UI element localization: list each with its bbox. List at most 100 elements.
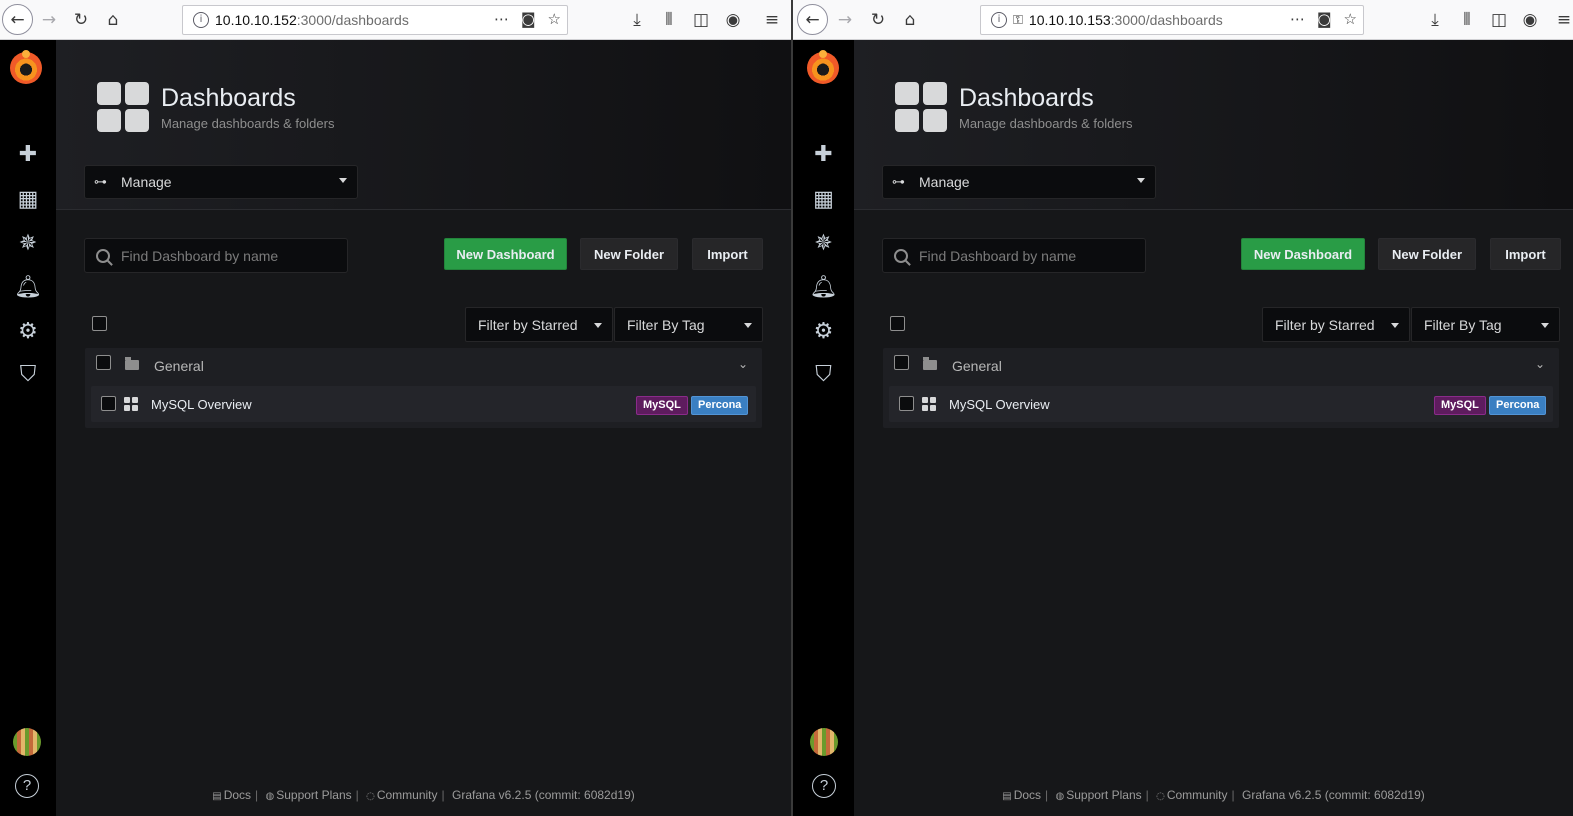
downloads-icon[interactable]: ⤓ xyxy=(623,6,651,34)
footer-community-link[interactable]: Community xyxy=(1167,788,1228,802)
search-box[interactable] xyxy=(84,238,348,273)
forward-icon[interactable]: → xyxy=(831,6,859,34)
footer-version: Grafana v6.2.5 (commit: 6082d19) xyxy=(1241,788,1425,802)
folder-name: General xyxy=(952,358,1002,374)
home-icon[interactable]: ⌂ xyxy=(896,6,924,34)
footer-community-link[interactable]: Community xyxy=(377,788,438,802)
dashboard-checkbox[interactable] xyxy=(101,396,116,411)
help-icon[interactable]: ? xyxy=(15,774,39,798)
library-icon[interactable]: ⫴ xyxy=(1453,6,1481,34)
avatar[interactable] xyxy=(13,728,41,756)
dashboard-name[interactable]: MySQL Overview xyxy=(151,397,252,412)
help-icon[interactable]: ? xyxy=(812,774,836,798)
server-admin-shield-icon[interactable]: ⛉ xyxy=(0,362,56,387)
grafana-logo[interactable] xyxy=(807,50,839,84)
key-icon[interactable]: ⚿ xyxy=(1013,13,1023,28)
chevron-down-icon[interactable]: ⌄ xyxy=(738,357,748,371)
filter-tag-select[interactable]: Filter By Tag xyxy=(1411,307,1560,342)
nav-select-dropdown[interactable]: ⊶ Manage xyxy=(882,165,1156,199)
plus-icon[interactable]: ✚ xyxy=(0,142,56,167)
sidebar-toggle-icon[interactable]: ◫ xyxy=(1485,6,1513,34)
bookmark-star-icon[interactable]: ☆ xyxy=(1344,10,1357,28)
configuration-gear-icon[interactable]: ⚙ xyxy=(0,319,56,344)
site-info-icon[interactable]: i xyxy=(991,12,1007,28)
explore-icon[interactable]: ✵ xyxy=(0,231,56,256)
sidebar-toggle-icon[interactable]: ◫ xyxy=(687,6,715,34)
tag-mysql[interactable]: MySQL xyxy=(636,396,688,415)
chevron-down-icon[interactable]: ⌄ xyxy=(1535,357,1545,371)
folder-row[interactable]: General ⌄ xyxy=(883,348,1559,384)
tag-mysql[interactable]: MySQL xyxy=(1434,396,1486,415)
footer-support-link[interactable]: Support Plans xyxy=(276,788,351,802)
alerting-bell-icon[interactable]: 🔔︎ xyxy=(0,275,56,300)
configuration-gear-icon[interactable]: ⚙ xyxy=(793,319,854,344)
nav-select-label: Manage xyxy=(121,174,172,190)
reload-icon[interactable]: ↻ xyxy=(67,6,95,34)
explore-icon[interactable]: ✵ xyxy=(793,231,854,256)
grafana-logo[interactable] xyxy=(10,50,42,84)
alerting-bell-icon[interactable]: 🔔︎ xyxy=(793,275,854,300)
sitemap-icon: ⊶ xyxy=(892,174,905,190)
page-actions-icon[interactable]: ⋯ xyxy=(494,10,509,28)
select-all-checkbox[interactable] xyxy=(92,316,107,331)
folder-row[interactable]: General ⌄ xyxy=(85,348,762,384)
site-info-icon[interactable]: i xyxy=(193,12,209,28)
reload-icon[interactable]: ↻ xyxy=(864,6,892,34)
url-bar[interactable]: i 10.10.10.152:3000/dashboards ⋯ ◙ ☆ xyxy=(182,5,568,35)
import-button[interactable]: Import xyxy=(692,238,763,270)
server-admin-shield-icon[interactable]: ⛉ xyxy=(793,362,854,387)
menu-hamburger-icon[interactable]: ≡ xyxy=(758,6,786,34)
url-bar[interactable]: i ⚿ 10.10.10.153:3000/dashboards ⋯ ◙ ☆ xyxy=(980,5,1364,35)
folder-checkbox[interactable] xyxy=(894,355,909,370)
folder-checkbox[interactable] xyxy=(96,355,111,370)
url-path: :3000/dashboards xyxy=(296,12,409,28)
browser-toolbar: ← → ↻ ⌂ i 10.10.10.152:3000/dashboards ⋯… xyxy=(0,0,791,40)
back-icon[interactable]: ← xyxy=(2,4,33,35)
caret-down-icon xyxy=(339,178,347,183)
footer-docs-link[interactable]: Docs xyxy=(224,788,251,802)
new-folder-button[interactable]: New Folder xyxy=(1378,238,1476,270)
search-input[interactable] xyxy=(919,247,1139,264)
folder-name: General xyxy=(154,358,204,374)
avatar[interactable] xyxy=(810,728,838,756)
dashboard-checkbox[interactable] xyxy=(899,396,914,411)
back-icon[interactable]: ← xyxy=(797,4,828,35)
plus-icon[interactable]: ✚ xyxy=(793,142,854,167)
import-button[interactable]: Import xyxy=(1490,238,1561,270)
select-all-checkbox[interactable] xyxy=(890,316,905,331)
tag-percona[interactable]: Percona xyxy=(1489,396,1547,415)
search-box[interactable] xyxy=(882,238,1146,273)
new-dashboard-button[interactable]: New Dashboard xyxy=(1241,238,1365,270)
home-icon[interactable]: ⌂ xyxy=(99,6,127,34)
dashboard-name[interactable]: MySQL Overview xyxy=(949,397,1050,412)
filter-starred-select[interactable]: Filter by Starred xyxy=(465,307,613,342)
search-input[interactable] xyxy=(121,247,341,264)
footer: ▤ Docs | ◍ Support Plans | ◌ Community | Grafa… xyxy=(212,788,635,802)
downloads-icon[interactable]: ⤓ xyxy=(1421,6,1449,34)
dashboards-icon[interactable]: ▦ xyxy=(0,187,56,212)
account-icon[interactable]: ◉ xyxy=(1516,6,1544,34)
dashboards-icon[interactable]: ▦ xyxy=(793,187,854,212)
page-subtitle: Manage dashboards & folders xyxy=(959,116,1133,131)
footer-docs-link[interactable]: Docs xyxy=(1014,788,1041,802)
pocket-icon[interactable]: ◙ xyxy=(521,10,536,28)
page-actions-icon[interactable]: ⋯ xyxy=(1290,10,1305,28)
pocket-icon[interactable]: ◙ xyxy=(1317,10,1332,28)
tag-percona[interactable]: Percona xyxy=(691,396,749,415)
dashboard-list: General ⌄ MySQL Overview MySQL Percona xyxy=(883,348,1559,428)
filter-tag-select[interactable]: Filter By Tag xyxy=(614,307,763,342)
new-dashboard-button[interactable]: New Dashboard xyxy=(444,238,567,270)
page-subtitle: Manage dashboards & folders xyxy=(161,116,335,131)
dashboard-row[interactable]: MySQL Overview MySQL Percona xyxy=(91,386,756,422)
library-icon[interactable]: ⫴ xyxy=(655,6,683,34)
caret-down-icon xyxy=(594,323,602,328)
filter-starred-select[interactable]: Filter by Starred xyxy=(1262,307,1410,342)
dashboard-row[interactable]: MySQL Overview MySQL Percona xyxy=(889,386,1553,422)
nav-select-dropdown[interactable]: ⊶ Manage xyxy=(84,165,358,199)
new-folder-button[interactable]: New Folder xyxy=(580,238,678,270)
menu-hamburger-icon[interactable]: ≡ xyxy=(1550,6,1573,34)
bookmark-star-icon[interactable]: ☆ xyxy=(548,10,561,28)
forward-icon[interactable]: → xyxy=(35,6,63,34)
footer-support-link[interactable]: Support Plans xyxy=(1066,788,1141,802)
account-icon[interactable]: ◉ xyxy=(719,6,747,34)
